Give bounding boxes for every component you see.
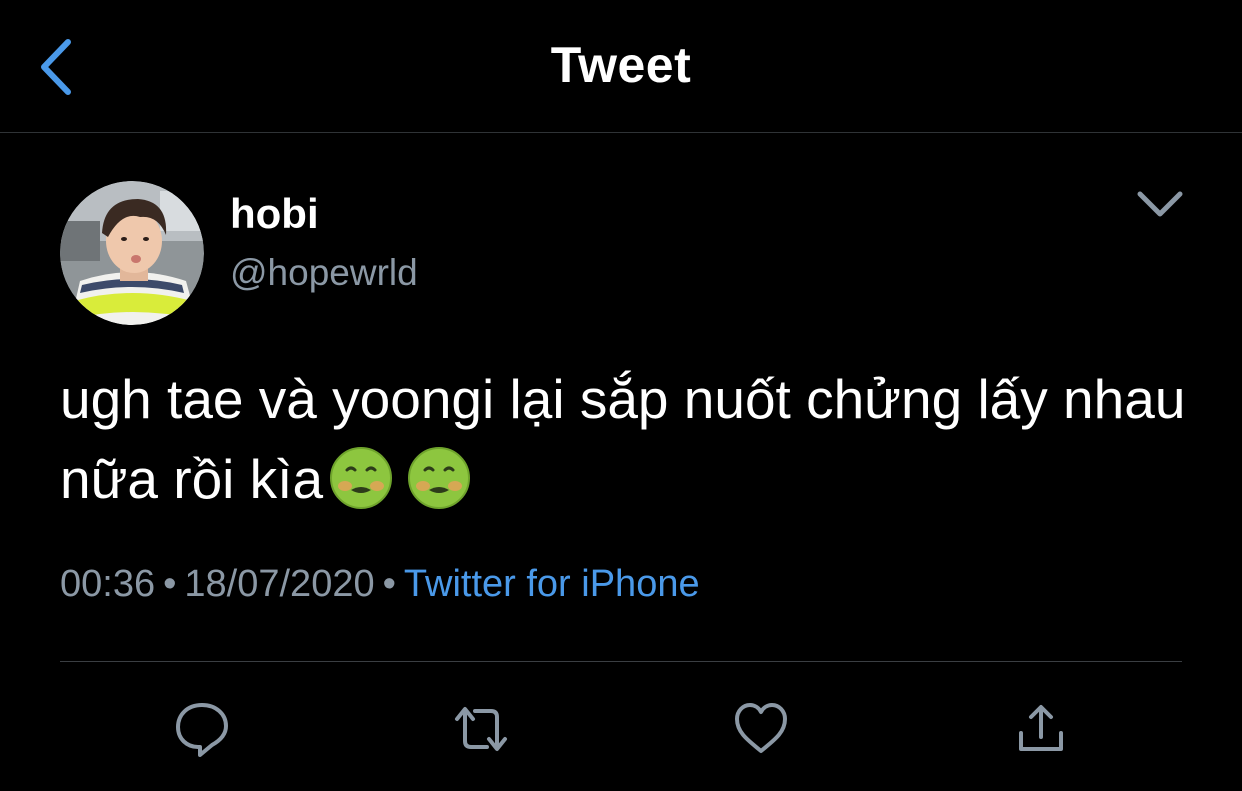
tweet-detail-screen: Tweet hobi @hopewrld ugh tae và yoongi l… (0, 0, 1242, 791)
tweet-body: ugh tae và yoongi lại sắp nuốt chửng lấy… (60, 368, 1186, 510)
nauseated-face-emoji (407, 446, 471, 510)
tweet-text: ugh tae và yoongi lại sắp nuốt chửng lấy… (60, 359, 1200, 519)
like-button[interactable] (729, 697, 793, 761)
reply-icon (176, 703, 228, 757)
chevron-down-icon (1137, 191, 1183, 217)
tweet-meta: 00:36 • 18/07/2020 • Twitter for iPhone (60, 563, 700, 606)
reply-button[interactable] (170, 697, 234, 761)
meta-separator: • (163, 563, 177, 605)
divider (60, 661, 1182, 662)
more-options-button[interactable] (1132, 182, 1188, 226)
user-avatar-image (60, 181, 204, 325)
avatar[interactable] (60, 181, 204, 325)
nauseated-face-emoji (329, 446, 393, 510)
retweet-button[interactable] (449, 697, 513, 761)
share-icon (1019, 705, 1063, 751)
tweet-source-link[interactable]: Twitter for iPhone (404, 563, 700, 605)
heart-icon (735, 703, 787, 753)
meta-separator: • (382, 563, 396, 605)
retweet-icon (455, 707, 507, 751)
share-button[interactable] (1009, 697, 1073, 761)
page-title: Tweet (550, 37, 692, 93)
display-name[interactable]: hobi (230, 190, 319, 238)
tweet-time: 00:36 (60, 563, 156, 605)
header-bar: Tweet (0, 0, 1242, 133)
user-handle[interactable]: @hopewrld (230, 252, 418, 294)
tweet-date: 18/07/2020 (184, 563, 375, 605)
